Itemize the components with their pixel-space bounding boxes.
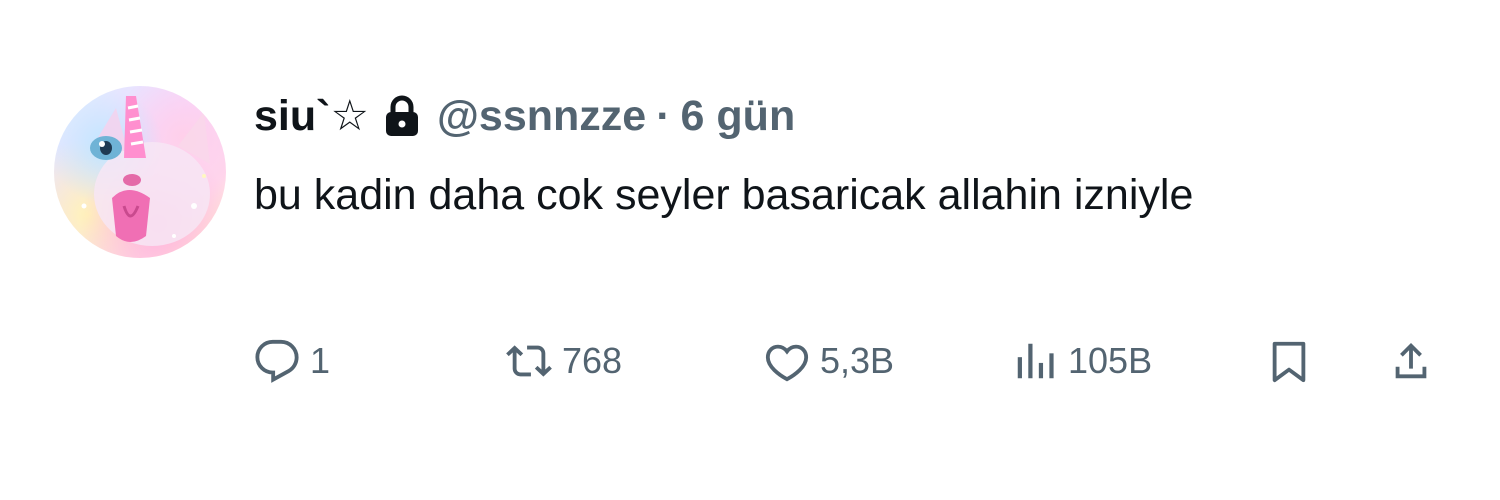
- like-button[interactable]: 5,3B: [764, 333, 894, 389]
- share-button[interactable]: [1388, 333, 1434, 389]
- share-icon: [1395, 342, 1427, 379]
- bookmark-icon: [1272, 341, 1306, 383]
- bookmark-button[interactable]: [1266, 333, 1312, 389]
- reply-icon: [255, 339, 299, 383]
- display-name[interactable]: siu`☆: [254, 91, 369, 141]
- views-count: 105B: [1068, 340, 1153, 381]
- views-button[interactable]: 105B: [1012, 333, 1152, 389]
- retweet-icon: [506, 345, 552, 377]
- retweet-button[interactable]: 768: [506, 333, 622, 389]
- reply-button[interactable]: 1: [254, 333, 330, 389]
- retweet-count: 768: [562, 340, 623, 381]
- tweet: siu`☆ @ssnnzze · 6 gün bu kadin daha cok…: [0, 0, 1500, 500]
- tweet-timestamp[interactable]: 6 gün: [681, 92, 796, 141]
- tweet-header: siu`☆ @ssnnzze · 6 gün: [254, 88, 795, 144]
- unicorn-cat-avatar-image: [81, 96, 210, 246]
- tweet-content: siu`☆ @ssnnzze · 6 gün bu kadin daha cok…: [254, 0, 1474, 500]
- tweet-actions: 1 768 5,3B 105B: [254, 333, 1454, 389]
- heart-icon: [765, 344, 809, 382]
- views-icon: [1017, 343, 1054, 379]
- user-handle[interactable]: @ssnnzze: [437, 92, 646, 141]
- lock-icon: [383, 94, 421, 138]
- like-count: 5,3B: [820, 340, 895, 381]
- avatar[interactable]: [54, 86, 226, 258]
- reply-count: 1: [310, 340, 331, 381]
- separator-dot: ·: [656, 91, 671, 140]
- tweet-text: bu kadin daha cok seyler basaricak allah…: [254, 171, 1194, 219]
